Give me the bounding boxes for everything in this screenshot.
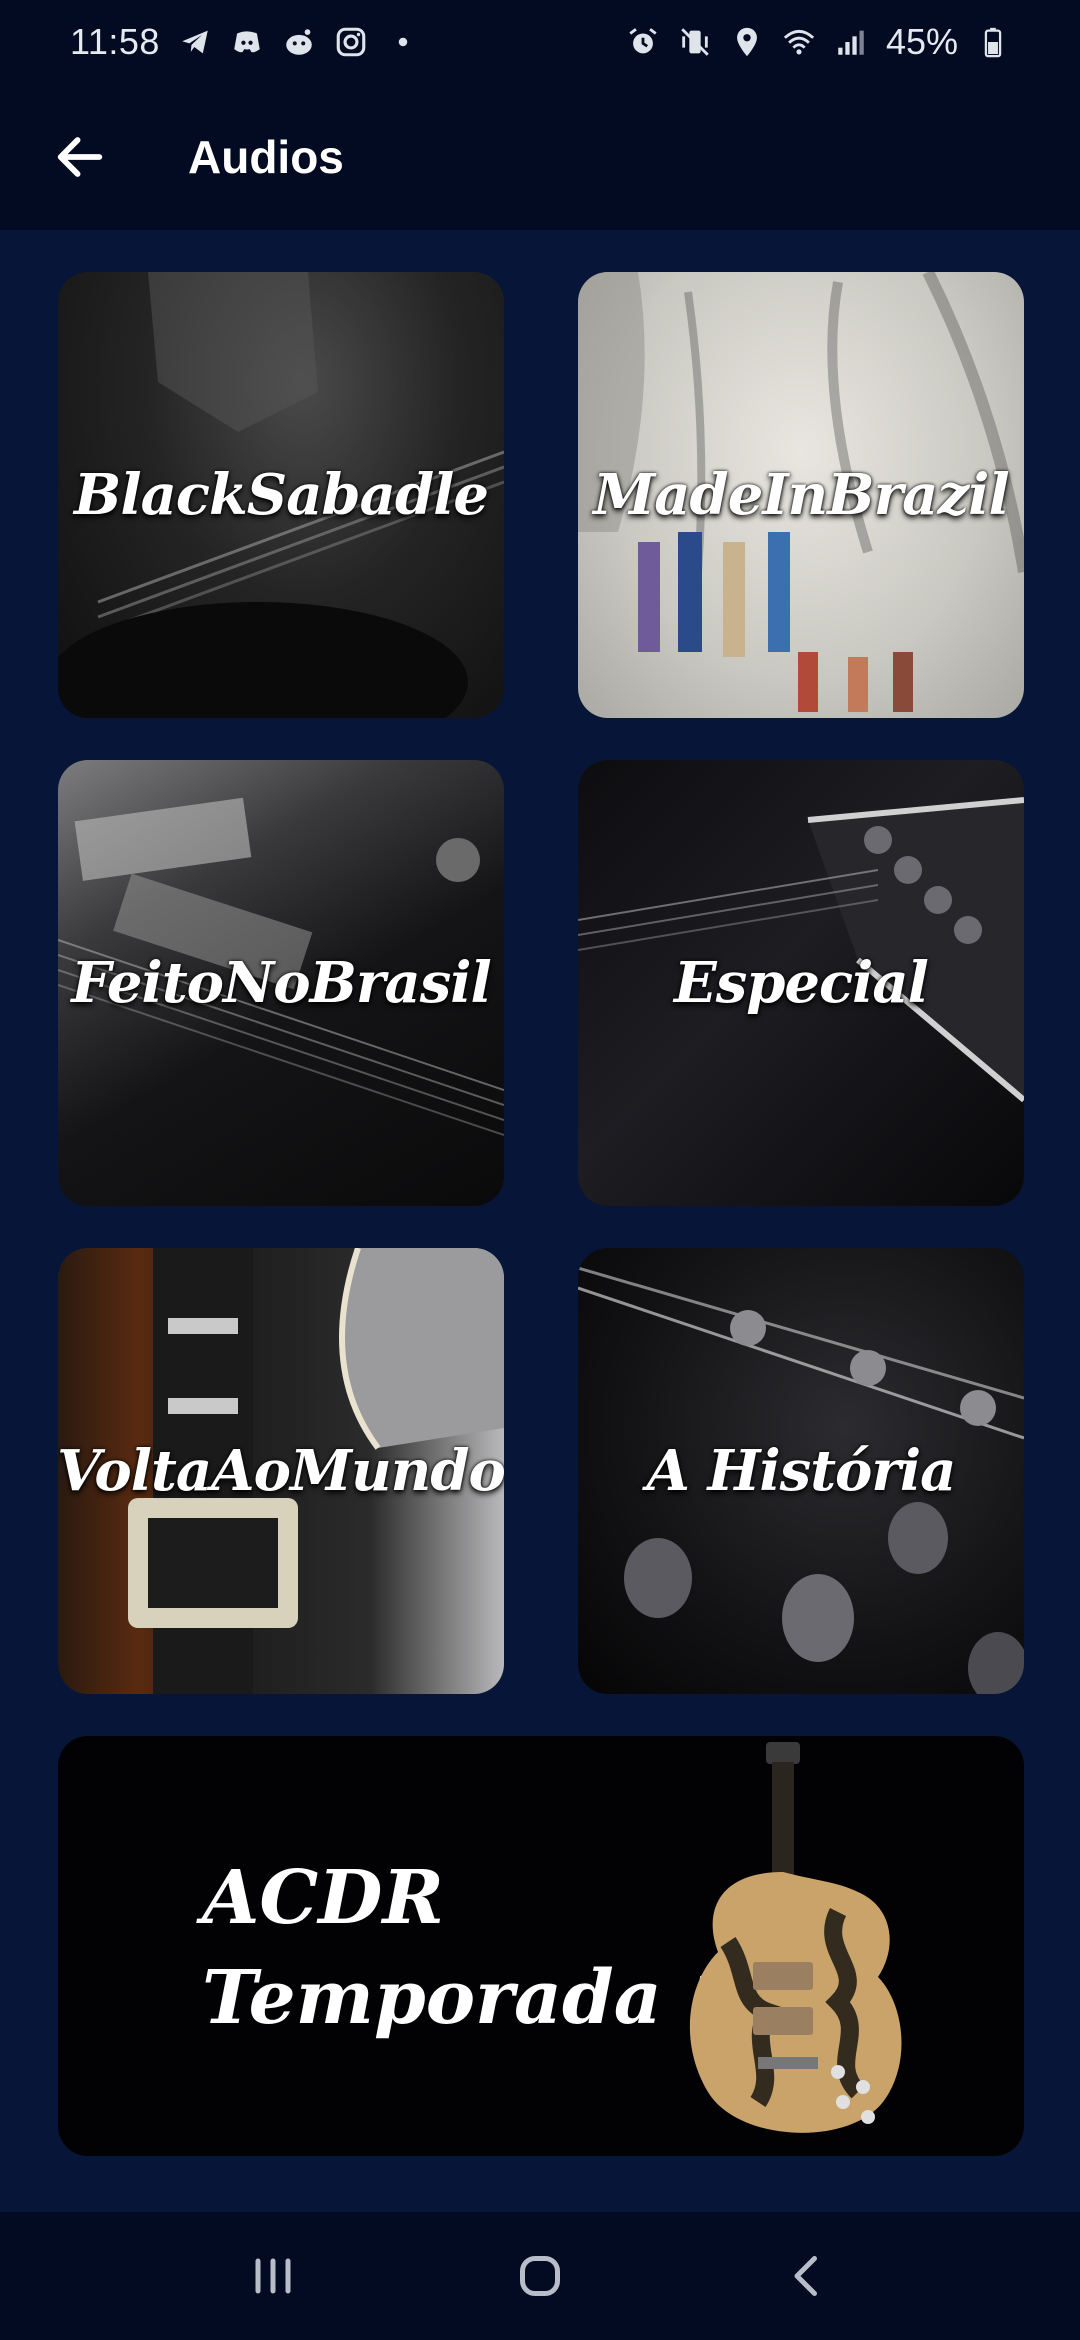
tile-label: Especial <box>674 950 929 1016</box>
tile-voltaaomundo[interactable]: VoltaAoMundo <box>58 1248 504 1694</box>
home-button[interactable] <box>495 2231 585 2321</box>
wifi-icon <box>782 25 816 59</box>
instagram-icon <box>334 25 368 59</box>
home-icon <box>519 2256 560 2296</box>
tile-label: BlackSabadle <box>73 462 489 528</box>
back-icon <box>794 2256 817 2296</box>
tile-label: MadeInBrazil <box>593 462 1009 528</box>
arrow-left-icon <box>57 137 103 177</box>
tile-madeinbrazil[interactable]: MadeInBrazil <box>578 272 1024 718</box>
tile-a-historia[interactable]: A História <box>578 1248 1024 1694</box>
discord-icon <box>230 25 264 59</box>
system-nav-bar <box>0 2212 1080 2340</box>
recent-apps-icon <box>255 2258 291 2294</box>
status-left: 11:58 <box>70 21 420 63</box>
reddit-icon <box>282 25 316 59</box>
tile-label: VoltaAoMundo <box>58 1438 504 1504</box>
banner-acdr-temporada[interactable]: ACDR Temporada 1 <box>58 1736 1024 2156</box>
tile-label: A História <box>646 1438 957 1504</box>
tile-feitonobrasil[interactable]: FeitoNoBrasil <box>58 760 504 1206</box>
location-icon <box>730 25 764 59</box>
recent-apps-button[interactable] <box>228 2231 318 2321</box>
back-button[interactable] <box>40 117 120 197</box>
app-bar: Audios <box>0 84 1080 230</box>
alarm-icon <box>626 25 660 59</box>
page-title: Audios <box>188 131 344 183</box>
relic-guitar-image <box>689 1742 902 2133</box>
tile-especial[interactable]: Especial <box>578 760 1024 1206</box>
mute-vibrate-icon <box>678 25 712 59</box>
dot-icon <box>386 25 420 59</box>
nav-back-button[interactable] <box>762 2231 852 2321</box>
audio-category-grid: BlackSabadle MadeInBrazil FeitoNoBrasil … <box>58 272 1024 1694</box>
tile-label: FeitoNoBrasil <box>71 950 492 1016</box>
status-right: 45% <box>626 21 1010 63</box>
telegram-icon <box>178 25 212 59</box>
status-time: 11:58 <box>70 21 160 62</box>
battery-percent: 45% <box>885 21 958 62</box>
tile-blacksabadle[interactable]: BlackSabadle <box>58 272 504 718</box>
battery-icon <box>976 25 1010 59</box>
signal-icon <box>834 25 868 59</box>
status-bar: 11:58 45% <box>0 0 1080 84</box>
